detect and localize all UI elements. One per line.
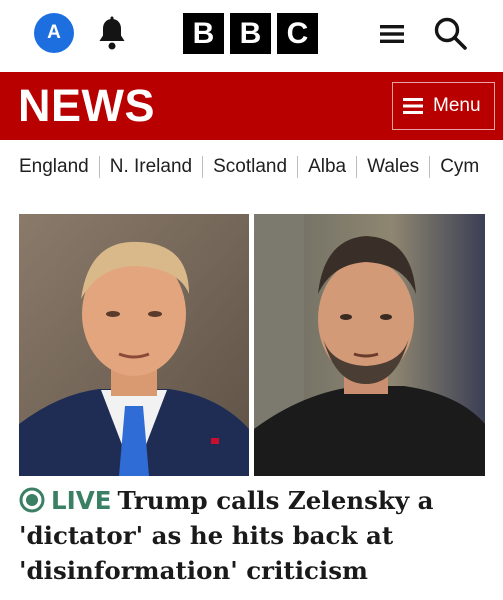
live-icon bbox=[19, 487, 45, 513]
region-link-wales[interactable]: Wales bbox=[356, 156, 429, 178]
region-link-england[interactable]: England bbox=[19, 156, 99, 178]
hamburger-menu-icon[interactable] bbox=[378, 20, 406, 48]
news-title[interactable]: NEWS bbox=[18, 80, 155, 132]
search-icon[interactable] bbox=[432, 15, 468, 51]
logo-letter: B bbox=[183, 13, 224, 54]
menu-button[interactable]: Menu bbox=[392, 82, 495, 130]
story-image-right[interactable] bbox=[254, 214, 485, 476]
live-label: LIVE bbox=[51, 486, 112, 515]
logo-letter: B bbox=[230, 13, 271, 54]
account-avatar-button[interactable]: A bbox=[34, 13, 74, 53]
menu-icon bbox=[403, 98, 423, 114]
bell-icon[interactable] bbox=[96, 16, 128, 52]
region-nav: England N. Ireland Scotland Alba Wales C… bbox=[0, 140, 503, 194]
story-image-left[interactable] bbox=[19, 214, 249, 476]
news-banner: NEWS Menu bbox=[0, 72, 503, 140]
bbc-logo[interactable]: B B C bbox=[183, 13, 318, 54]
region-link-n-ireland[interactable]: N. Ireland bbox=[98, 156, 202, 178]
top-bar: A B B C bbox=[0, 0, 503, 72]
menu-label: Menu bbox=[433, 95, 481, 116]
region-link-scotland[interactable]: Scotland bbox=[202, 156, 297, 178]
region-link-alba[interactable]: Alba bbox=[297, 156, 356, 178]
logo-letter: C bbox=[277, 13, 318, 54]
region-link-cymru[interactable]: Cym bbox=[429, 156, 489, 178]
story-headline-link[interactable]: LIVE Trump calls Zelensky a 'dictator' as… bbox=[19, 483, 489, 588]
account-initial: A bbox=[47, 22, 61, 43]
